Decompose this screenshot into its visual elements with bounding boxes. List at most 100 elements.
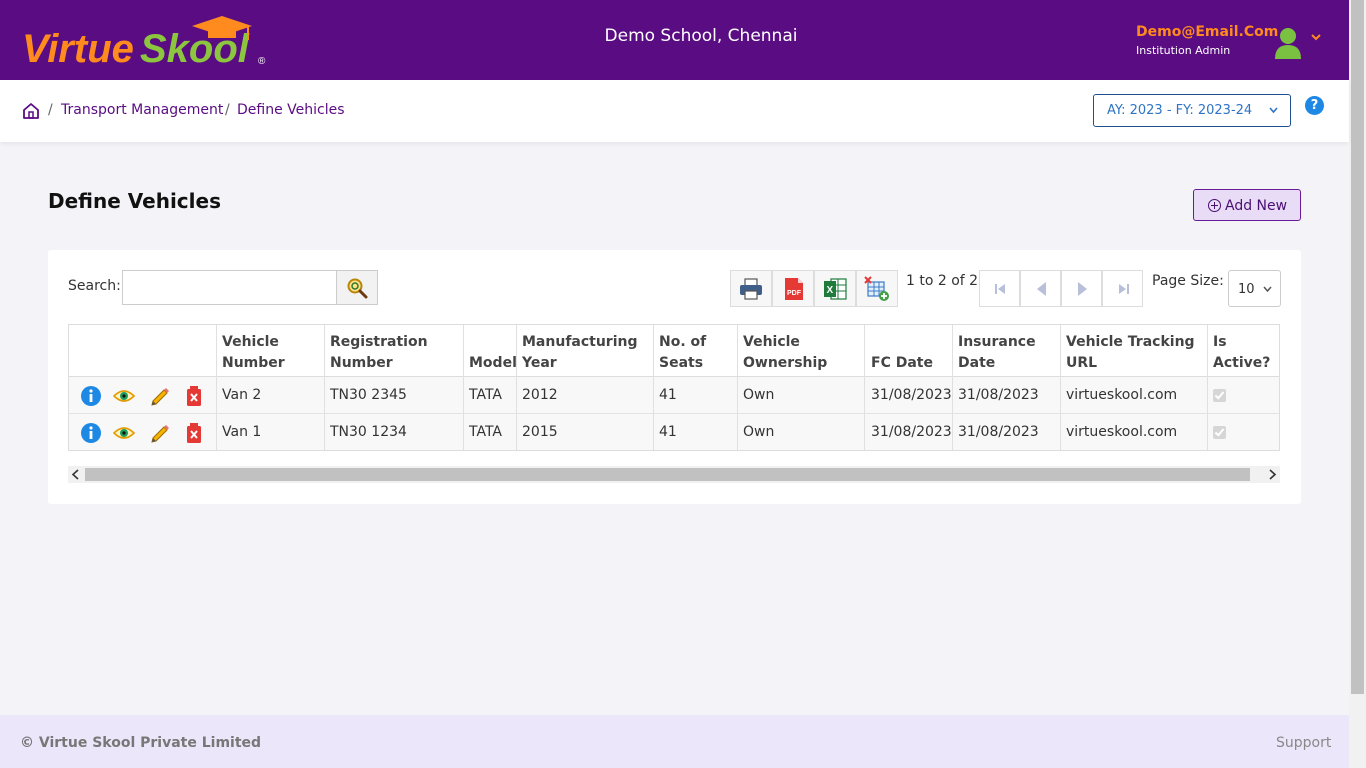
- export-excel-button[interactable]: X: [814, 270, 856, 307]
- edit-pencil-icon[interactable]: [149, 422, 171, 444]
- view-eye-icon[interactable]: [113, 385, 135, 407]
- view-eye-icon[interactable]: [113, 422, 135, 444]
- cell-insurance-date: 31/08/2023: [958, 387, 1039, 403]
- column-divider: [864, 325, 865, 450]
- svg-text:PDF: PDF: [787, 290, 802, 297]
- cell-fc-date: 31/08/2023: [871, 387, 952, 403]
- help-icon[interactable]: ?: [1305, 96, 1324, 115]
- header-model[interactable]: Model: [469, 353, 517, 374]
- is-active-checkbox: [1213, 426, 1226, 439]
- academic-year-select[interactable]: AY: 2023 - FY: 2023-24: [1093, 94, 1291, 127]
- delete-icon[interactable]: [183, 422, 205, 444]
- last-page-button[interactable]: [1102, 270, 1143, 307]
- column-divider: [737, 325, 738, 450]
- pdf-icon: PDF: [785, 278, 803, 300]
- previous-page-icon: [1037, 282, 1046, 296]
- column-divider: [1060, 325, 1061, 450]
- is-active-checkbox: [1213, 389, 1226, 402]
- table-row[interactable]: Van 2 TN30 2345 TATA 2012 41 Own 31/08/2…: [69, 377, 1279, 414]
- vehicles-card: Search: PDF X 1 to 2 of 2 Page Size: 10 …: [48, 250, 1301, 504]
- search-button[interactable]: [336, 270, 378, 305]
- header-manufacturing-year[interactable]: Manufacturing Year: [522, 332, 652, 374]
- table-header-row: Vehicle Number Registration Number Model…: [69, 325, 1279, 377]
- cell-tracking-url: virtueskool.com: [1066, 387, 1178, 403]
- printer-icon: [740, 278, 762, 300]
- previous-page-button[interactable]: [1020, 270, 1061, 307]
- cell-registration-number: TN30 1234: [330, 424, 407, 440]
- user-avatar-icon[interactable]: [1274, 27, 1302, 59]
- cell-ownership: Own: [743, 424, 775, 440]
- export-pdf-button[interactable]: PDF: [772, 270, 814, 307]
- cell-vehicle-number: Van 2: [222, 387, 262, 403]
- edit-pencil-icon[interactable]: [149, 385, 171, 407]
- cell-model: TATA: [469, 387, 502, 403]
- svg-text:Virtue: Virtue: [22, 27, 134, 70]
- page-scrollbar[interactable]: [1349, 0, 1366, 768]
- chevron-down-icon[interactable]: [1310, 32, 1322, 42]
- breadcrumb-separator: /: [48, 102, 53, 118]
- table-row[interactable]: Van 1 TN30 1234 TATA 2015 41 Own 31/08/2…: [69, 414, 1279, 450]
- cell-manufacturing-year: 2015: [522, 424, 558, 440]
- cell-seats: 41: [659, 387, 677, 403]
- scrollbar-thumb[interactable]: [1351, 0, 1364, 694]
- excel-icon: X: [824, 278, 847, 300]
- cell-registration-number: TN30 2345: [330, 387, 407, 403]
- add-circle-icon: [1208, 199, 1221, 212]
- academic-year-value: AY: 2023 - FY: 2023-24: [1107, 103, 1253, 118]
- table-horizontal-scrollbar[interactable]: [68, 466, 1280, 483]
- cell-ownership: Own: [743, 387, 775, 403]
- header-no-of-seats[interactable]: No. of Seats: [659, 332, 729, 374]
- header-is-active[interactable]: Is Active?: [1213, 332, 1273, 374]
- user-role: Institution Admin: [1136, 44, 1231, 57]
- svg-text:X: X: [827, 285, 834, 296]
- info-icon[interactable]: [80, 422, 102, 444]
- table-settings-icon: [864, 276, 889, 301]
- page-size-select[interactable]: 10: [1228, 270, 1281, 307]
- scrollbar-thumb[interactable]: [85, 468, 1250, 481]
- page-size-value: 10: [1238, 282, 1255, 297]
- header-registration-number[interactable]: Registration Number: [330, 332, 460, 374]
- school-name: Demo School, Chennai: [604, 26, 798, 46]
- cell-manufacturing-year: 2012: [522, 387, 558, 403]
- add-new-button[interactable]: Add New: [1193, 189, 1301, 221]
- cell-model: TATA: [469, 424, 502, 440]
- breadcrumb-define-vehicles[interactable]: Define Vehicles: [237, 102, 345, 118]
- virtueskool-logo[interactable]: Virtue Skool ®: [22, 14, 272, 70]
- search-input[interactable]: [122, 270, 337, 305]
- cell-vehicle-number: Van 1: [222, 424, 262, 440]
- column-chooser-button[interactable]: [856, 270, 898, 307]
- delete-icon[interactable]: [183, 385, 205, 407]
- page-size-label: Page Size:: [1152, 273, 1224, 289]
- chevron-down-icon: [1269, 107, 1278, 114]
- support-link[interactable]: Support: [1276, 735, 1331, 751]
- pager-summary: 1 to 2 of 2: [906, 273, 979, 289]
- first-page-icon: [995, 284, 1005, 294]
- breadcrumb-transport-management[interactable]: Transport Management: [61, 102, 223, 118]
- column-divider: [653, 325, 654, 450]
- first-page-button[interactable]: [979, 270, 1020, 307]
- scroll-left-icon[interactable]: [71, 469, 81, 480]
- column-divider: [1207, 325, 1208, 450]
- copyright-text: © Virtue Skool Private Limited: [20, 735, 262, 751]
- svg-text:®: ®: [258, 56, 266, 67]
- header-fc-date[interactable]: FC Date: [871, 353, 933, 374]
- user-email[interactable]: Demo@Email.Com: [1136, 24, 1278, 40]
- header-vehicle-ownership[interactable]: Vehicle Ownership: [743, 332, 853, 374]
- scroll-right-icon[interactable]: [1267, 469, 1277, 480]
- print-button[interactable]: [730, 270, 772, 307]
- breadcrumb-bar: / Transport Management / Define Vehicles…: [0, 80, 1349, 142]
- header-insurance-date[interactable]: Insurance Date: [958, 332, 1048, 374]
- app-footer: © Virtue Skool Private Limited Support: [0, 715, 1349, 768]
- vehicles-table: Vehicle Number Registration Number Model…: [68, 324, 1280, 451]
- column-divider: [516, 325, 517, 450]
- home-icon[interactable]: [22, 102, 40, 120]
- next-page-button[interactable]: [1061, 270, 1102, 307]
- page-title: Define Vehicles: [48, 189, 221, 213]
- cell-insurance-date: 31/08/2023: [958, 424, 1039, 440]
- next-page-icon: [1078, 282, 1087, 296]
- header-vehicle-number[interactable]: Vehicle Number: [222, 332, 322, 374]
- column-divider: [463, 325, 464, 450]
- info-icon[interactable]: [80, 385, 102, 407]
- header-vehicle-tracking-url[interactable]: Vehicle Tracking URL: [1066, 332, 1196, 374]
- cell-fc-date: 31/08/2023: [871, 424, 952, 440]
